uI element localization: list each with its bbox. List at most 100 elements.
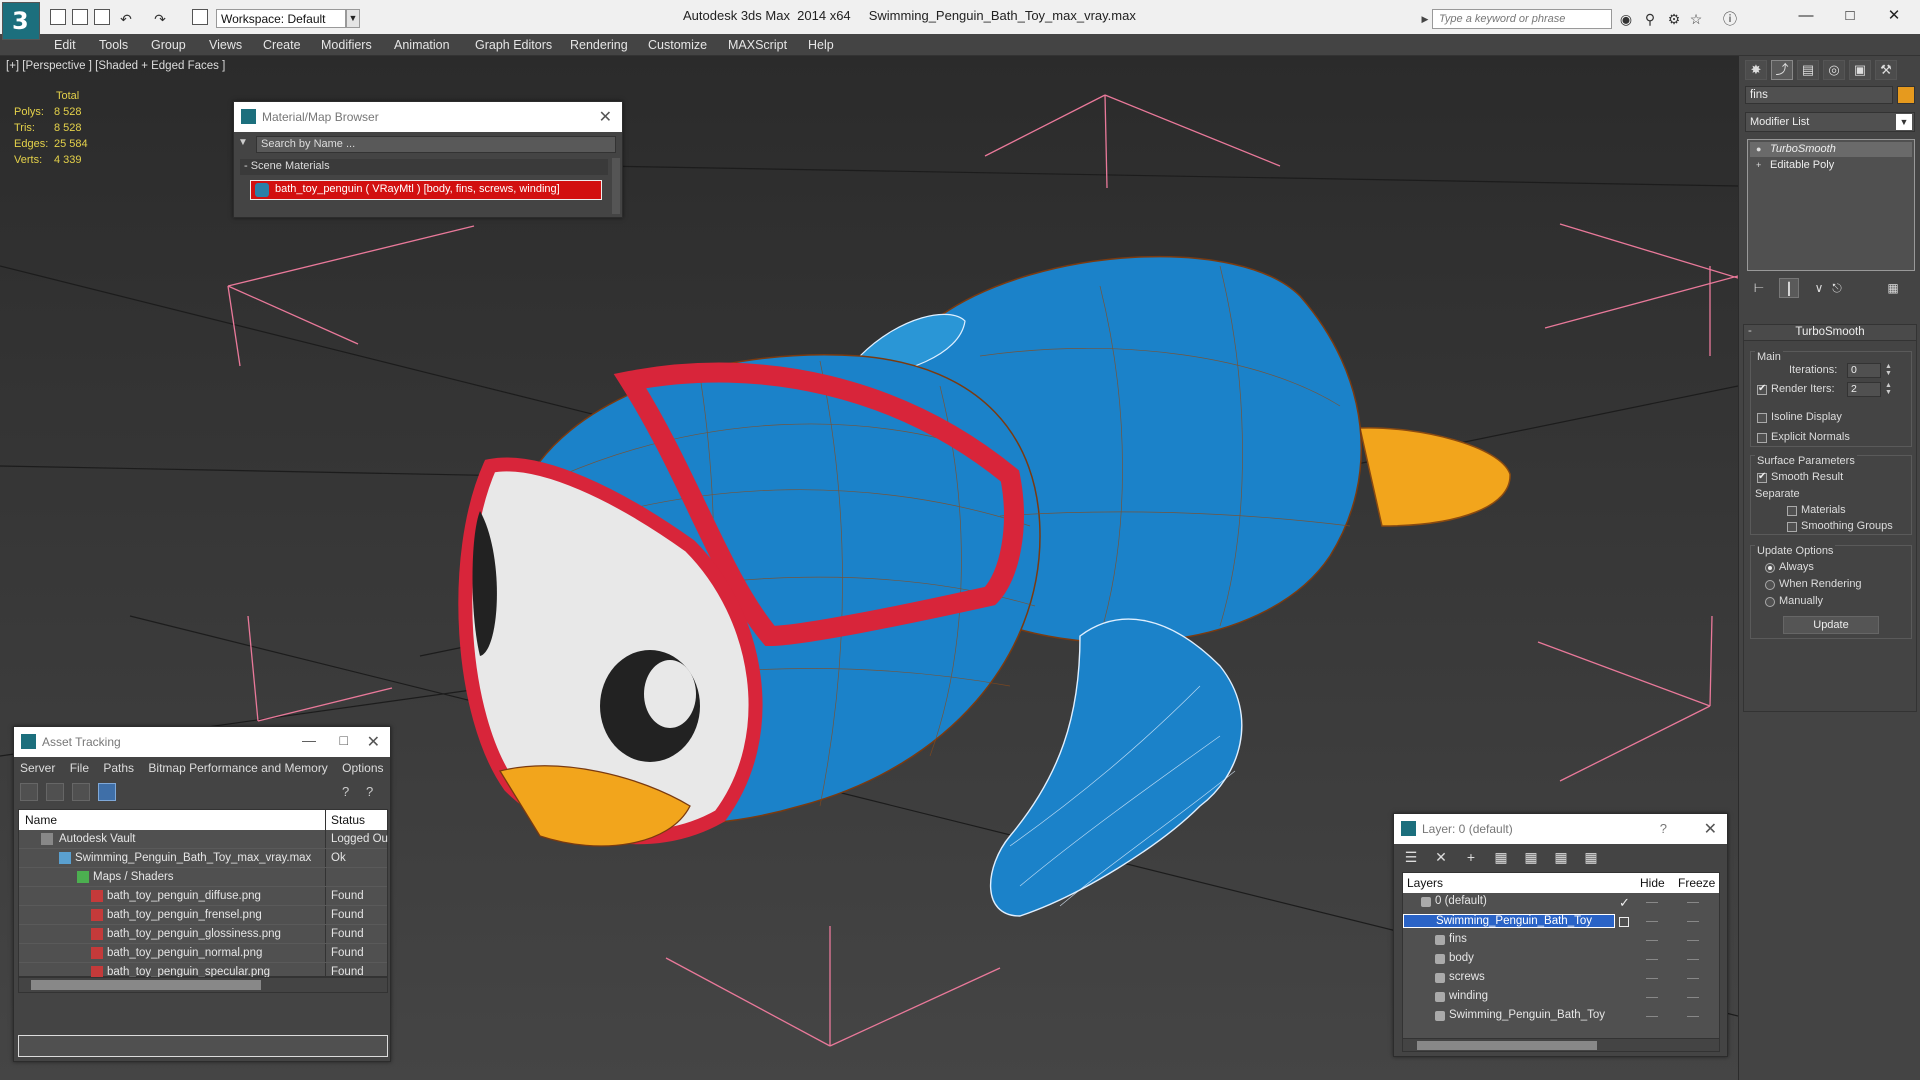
layer-row[interactable]: 0 (default) ✓ <box>1403 893 1719 912</box>
table-row[interactable]: bath_toy_penguin_diffuse.png Found <box>19 887 387 906</box>
favorites-star-icon[interactable]: ☆ <box>1688 11 1704 27</box>
material-browser-titlebar[interactable]: Material/Map Browser ✕ <box>234 102 622 132</box>
hide-toggle[interactable] <box>1646 959 1658 960</box>
column-name[interactable]: Name <box>25 813 57 827</box>
asset-path-field[interactable] <box>18 1035 388 1057</box>
help-icon[interactable]: ? <box>342 784 358 800</box>
thumbnail-view-icon[interactable] <box>72 783 90 801</box>
minimize-button[interactable]: — <box>1786 4 1826 28</box>
viewport-label-menu[interactable]: [+] [Perspective ] [Shaded + Edged Faces… <box>6 60 225 72</box>
menu-paths[interactable]: Paths <box>103 761 134 775</box>
freeze-toggle[interactable] <box>1687 921 1699 922</box>
menu-create[interactable]: Create <box>263 38 301 52</box>
freeze-toggle[interactable] <box>1687 978 1699 979</box>
new-layer-icon[interactable]: ☰ <box>1402 848 1420 866</box>
scene-materials-group[interactable]: - Scene Materials <box>240 159 608 175</box>
close-icon[interactable]: ✕ <box>1704 819 1717 839</box>
separate-smoothing-groups-checkbox[interactable] <box>1787 522 1797 532</box>
rollout-header[interactable]: - TurboSmooth <box>1744 325 1916 341</box>
stack-item-turbosmooth[interactable]: ● TurboSmooth <box>1750 142 1912 157</box>
refresh-icon[interactable] <box>20 783 38 801</box>
project-folder-icon[interactable] <box>192 9 208 25</box>
hide-toggle[interactable] <box>1646 1016 1658 1017</box>
iterations-spinner[interactable]: 0 <box>1847 363 1881 378</box>
pin-stack-icon[interactable]: ⊢ <box>1749 278 1769 298</box>
update-button[interactable]: Update <box>1783 616 1879 634</box>
render-iters-checkbox[interactable] <box>1757 383 1767 395</box>
asset-table-scrollbar[interactable] <box>18 977 388 993</box>
close-icon[interactable]: ✕ <box>599 107 612 127</box>
menu-maxscript[interactable]: MAXScript <box>728 38 787 52</box>
menu-options[interactable]: Options <box>342 761 383 775</box>
maximize-icon[interactable]: □ <box>340 732 348 748</box>
smooth-result-checkbox[interactable] <box>1757 471 1767 483</box>
layer-table-scrollbar[interactable] <box>1402 1038 1720 1052</box>
help-icon[interactable]: ⓘ <box>1722 11 1738 27</box>
collapse-icon[interactable]: - <box>1748 325 1752 337</box>
search-expand-icon[interactable]: ▶ <box>1418 10 1432 28</box>
undo-icon[interactable]: ↶ <box>118 11 134 27</box>
menu-group[interactable]: Group <box>151 38 186 52</box>
separate-materials-checkbox[interactable] <box>1787 506 1797 516</box>
highlight-layer-icon[interactable]: ▦ <box>1522 848 1540 866</box>
column-hide[interactable]: Hide <box>1640 876 1665 890</box>
set-current-box[interactable] <box>1619 917 1629 927</box>
hide-toggle[interactable] <box>1646 997 1658 998</box>
hide-toggle[interactable] <box>1646 902 1658 903</box>
explicit-normals-checkbox[interactable] <box>1757 433 1767 443</box>
chevron-down-icon[interactable]: ▼ <box>346 9 360 28</box>
layer-row[interactable]: winding <box>1403 988 1719 1007</box>
layer-row[interactable]: body <box>1403 950 1719 969</box>
modifier-list-dropdown[interactable]: Modifier List ▼ <box>1745 112 1915 132</box>
table-view-icon[interactable] <box>98 783 116 801</box>
menu-customize[interactable]: Customize <box>648 38 707 52</box>
material-entry[interactable]: bath_toy_penguin ( VRayMtl ) [body, fins… <box>250 180 602 200</box>
lightbulb-icon[interactable]: ● <box>1756 144 1765 154</box>
display-tab-icon[interactable]: ▣ <box>1849 60 1871 80</box>
render-iters-spinner[interactable]: 2 <box>1847 382 1881 397</box>
table-row[interactable]: Swimming_Penguin_Bath_Toy_max_vray.max Ok <box>19 849 387 868</box>
freeze-toggle[interactable] <box>1687 959 1699 960</box>
help-icon[interactable]: ? <box>1660 821 1667 836</box>
configure-sets-icon[interactable]: ▦ <box>1883 278 1903 298</box>
asset-tracking-titlebar[interactable]: Asset Tracking — □ ✕ <box>14 727 390 757</box>
context-help-icon[interactable]: ? <box>366 784 382 800</box>
column-status[interactable]: Status <box>331 813 365 827</box>
infocenter-search-input[interactable]: Type a keyword or phrase <box>1432 9 1612 29</box>
menu-server[interactable]: Server <box>20 761 55 775</box>
utilities-tab-icon[interactable]: ⚒ <box>1875 60 1897 80</box>
maximize-button[interactable]: □ <box>1830 4 1870 28</box>
freeze-toggle[interactable] <box>1687 940 1699 941</box>
update-manually-radio[interactable] <box>1765 597 1775 607</box>
scrollbar-thumb[interactable] <box>31 980 261 990</box>
object-color-swatch[interactable] <box>1897 86 1915 104</box>
motion-tab-icon[interactable]: ◎ <box>1823 60 1845 80</box>
menu-edit[interactable]: Edit <box>54 38 76 52</box>
open-file-icon[interactable] <box>72 9 88 25</box>
hierarchy-tab-icon[interactable]: ▤ <box>1797 60 1819 80</box>
material-browser-scrollbar[interactable] <box>612 158 620 214</box>
layer-row-selected[interactable]: Swimming_Penguin_Bath_Toy <box>1403 912 1719 931</box>
spinner-arrows-icon[interactable]: ▲ ▼ <box>1885 382 1893 397</box>
object-name-field[interactable]: fins <box>1745 86 1893 104</box>
menu-rendering[interactable]: Rendering <box>570 38 628 52</box>
chevron-down-icon[interactable]: ▼ <box>1896 114 1912 130</box>
table-row[interactable]: bath_toy_penguin_frensel.png Found <box>19 906 387 925</box>
freeze-toggle[interactable] <box>1687 902 1699 903</box>
freeze-toggle[interactable] <box>1687 997 1699 998</box>
layer-row[interactable]: screws <box>1403 969 1719 988</box>
freeze-all-icon[interactable]: ▦ <box>1582 848 1600 866</box>
menu-bitmap-performance[interactable]: Bitmap Performance and Memory <box>148 761 327 775</box>
material-search-input[interactable]: Search by Name ... <box>256 136 616 153</box>
new-file-icon[interactable] <box>50 9 66 25</box>
spinner-arrows-icon[interactable]: ▲ ▼ <box>1885 363 1893 378</box>
redo-icon[interactable]: ↷ <box>152 11 168 27</box>
column-layers[interactable]: Layers <box>1407 876 1443 890</box>
hide-toggle[interactable] <box>1646 978 1658 979</box>
select-objects-icon[interactable]: ▦ <box>1492 848 1510 866</box>
modify-tab-icon[interactable]: ⤴ <box>1771 60 1793 80</box>
update-when-rendering-radio[interactable] <box>1765 580 1775 590</box>
menu-file[interactable]: File <box>70 761 89 775</box>
menu-modifiers[interactable]: Modifiers <box>321 38 372 52</box>
app-menu-button[interactable]: 3 <box>2 2 40 40</box>
